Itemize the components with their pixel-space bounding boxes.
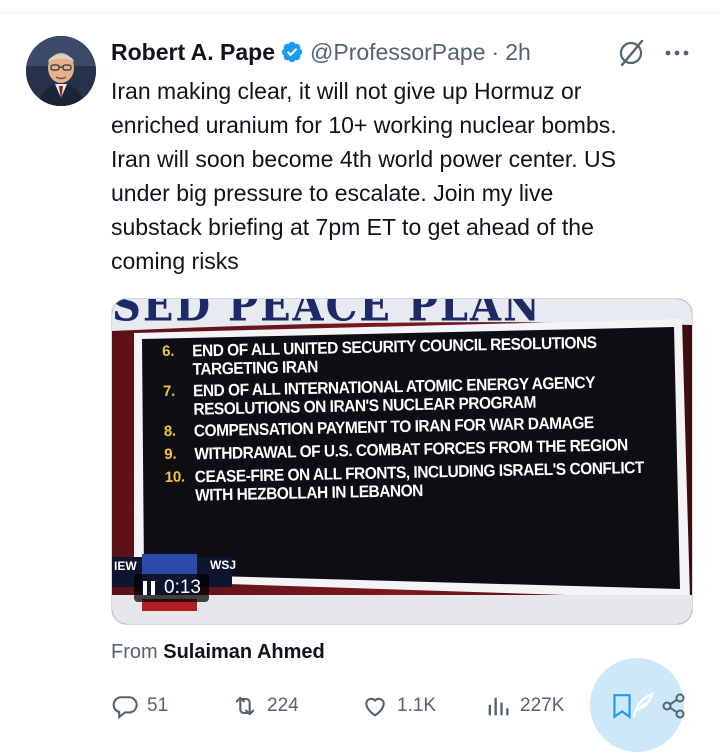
- like-count: 1.1K: [397, 695, 437, 716]
- more-icon[interactable]: [660, 38, 694, 68]
- plan-item: 10. Cease-fire on all fronts, including …: [164, 458, 676, 506]
- repost-count: 224: [267, 695, 299, 716]
- like-icon: [365, 697, 385, 717]
- plan-item-text: End of all International Atomic Energy A…: [192, 373, 595, 420]
- reply-icon: [112, 696, 138, 720]
- tweet-header: Robert A. Pape @ProfessorPape · 2h: [111, 36, 531, 68]
- tweet-text-line: substack briefing at 7pm ET to get ahead…: [111, 214, 594, 240]
- share-icon[interactable]: [660, 692, 688, 720]
- plan-item-number: 8.: [163, 422, 176, 440]
- tweet-text-line: enriched uranium for 10+ working nuclear…: [111, 112, 617, 138]
- pause-icon[interactable]: [142, 580, 156, 596]
- handle[interactable]: @ProfessorPape: [310, 39, 486, 66]
- display-name[interactable]: Robert A. Pape: [111, 39, 275, 66]
- plan-item-number: 6.: [162, 342, 175, 360]
- views-icon: [488, 697, 509, 716]
- tweet-text-line: Iran making clear, it will not give up H…: [111, 78, 582, 104]
- verified-badge-icon: [281, 41, 303, 63]
- plan-item-text: Cease-fire on all fronts, including Isra…: [194, 458, 644, 506]
- grok-icon[interactable]: [614, 36, 648, 70]
- from-attribution: From Sulaiman Ahmed: [111, 641, 325, 664]
- tweet[interactable]: Robert A. Pape @ProfessorPape · 2h Iran …: [0, 0, 720, 752]
- like-button[interactable]: 1.1K: [361, 688, 436, 724]
- reply-button[interactable]: 51: [111, 688, 168, 724]
- plan-item-number: 10.: [164, 468, 185, 486]
- plan-item: 7. End of all International Atomic Energ…: [162, 372, 674, 420]
- repost-icon: [235, 696, 255, 716]
- timestamp[interactable]: 2h: [505, 39, 531, 66]
- reply-count: 51: [147, 695, 169, 716]
- repost-button[interactable]: 224: [231, 688, 299, 724]
- source-label: WSJ: [210, 558, 237, 572]
- video-timer[interactable]: 0:13: [134, 574, 209, 602]
- tweet-text-line: coming risks: [111, 248, 239, 274]
- views-count: 227K: [520, 695, 565, 716]
- from-author[interactable]: Sulaiman Ahmed: [163, 641, 325, 663]
- views-button[interactable]: 227K: [484, 688, 564, 724]
- video-time: 0:13: [164, 577, 201, 598]
- avatar[interactable]: [26, 36, 96, 106]
- peace-plan-list: 6. End of all United Security Council re…: [162, 332, 675, 509]
- video-player[interactable]: SED PEACE PLAN 6. End of all United Secu…: [111, 298, 693, 625]
- video-headline: SED PEACE PLAN: [112, 298, 542, 332]
- tweet-text-line: Iran will soon become 4th world power ce…: [111, 146, 616, 172]
- tweet-text: Iran making clear, it will not give up H…: [111, 74, 701, 278]
- plan-item-number: 7.: [162, 382, 176, 400]
- from-prefix: From: [111, 641, 158, 663]
- plan-item-number: 9.: [164, 445, 177, 463]
- news-channel-label: IEW: [114, 559, 137, 573]
- separator-dot: ·: [491, 38, 500, 65]
- tweet-text-line: under big pressure to escalate. Join my …: [111, 180, 554, 206]
- compose-feather-icon[interactable]: [626, 690, 656, 720]
